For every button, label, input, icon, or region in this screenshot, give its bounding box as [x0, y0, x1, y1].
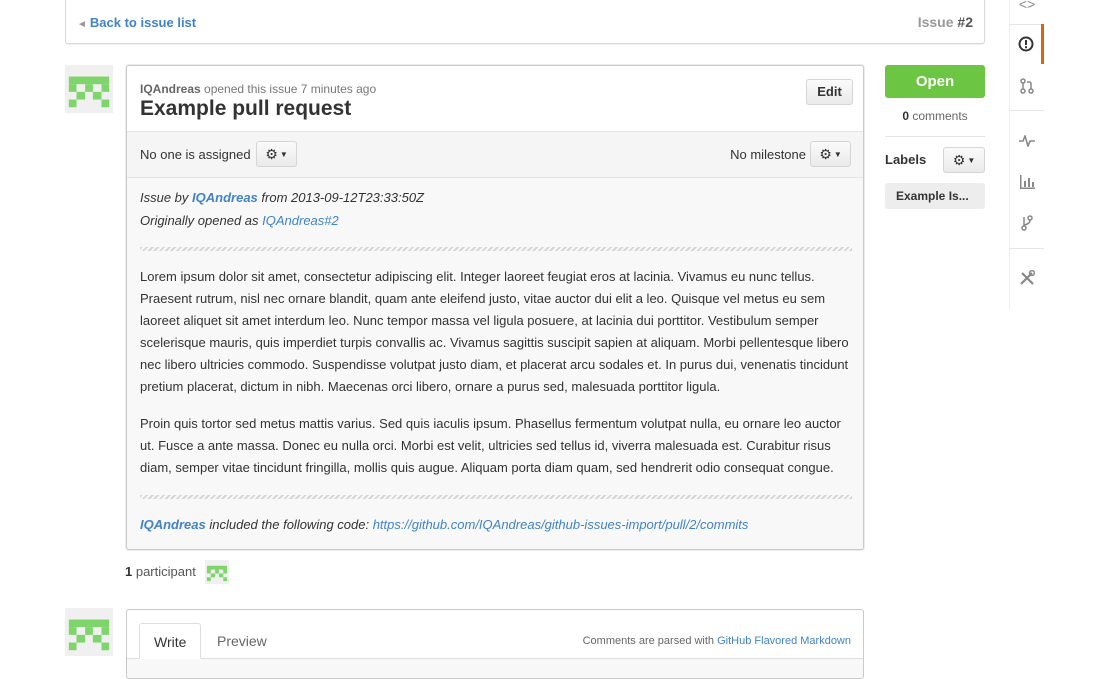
- current-user-avatar[interactable]: [65, 608, 113, 656]
- nav-graphs[interactable]: [1010, 162, 1044, 202]
- divider: [1010, 110, 1044, 111]
- identicon-icon: [68, 68, 110, 110]
- pulse-icon: [1019, 133, 1035, 149]
- divider: [140, 495, 852, 499]
- issue-header: IQAndreas opened this issue 7 minutes ag…: [127, 66, 863, 132]
- comment-tabs: Write Preview Comments are parsed with G…: [127, 610, 863, 659]
- participants: 1 participant: [125, 564, 196, 579]
- settings-icon: [1020, 269, 1036, 285]
- issue-paragraph-1: Lorem ipsum dolor sit amet, consectetur …: [140, 269, 849, 394]
- comments-count: 0 comments: [885, 109, 985, 123]
- issue-icon: [1018, 36, 1033, 52]
- nav-settings[interactable]: [1010, 258, 1044, 298]
- nav-network[interactable]: [1010, 203, 1044, 243]
- nav-pull-requests[interactable]: [1010, 66, 1044, 106]
- network-icon: [1021, 215, 1033, 231]
- comments-count-value: 0: [902, 109, 909, 123]
- original-issue-link[interactable]: IQAndreas#2: [262, 213, 339, 228]
- code-user-link[interactable]: IQAndreas: [140, 517, 206, 532]
- tab-preview[interactable]: Preview: [203, 623, 281, 659]
- identicon-icon: [68, 611, 110, 653]
- nav-code[interactable]: <>: [1010, 0, 1044, 24]
- originally-prefix: Originally opened as: [140, 213, 263, 228]
- markdown-help-link[interactable]: GitHub Flavored Markdown: [717, 635, 851, 647]
- markdown-note-prefix: Comments are parsed with: [582, 635, 718, 647]
- divider: [140, 247, 852, 251]
- caret-down-icon: ▼: [967, 156, 976, 165]
- labels-title: Labels: [885, 152, 927, 167]
- code-icon: <>: [1018, 0, 1036, 12]
- commits-link[interactable]: https://github.com/IQAndreas/github-issu…: [373, 517, 749, 532]
- gear-icon: ⚙: [265, 146, 278, 162]
- issue-discussion-box: IQAndreas opened this issue 7 minutes ag…: [126, 65, 864, 550]
- caret-down-icon: ▼: [833, 150, 842, 159]
- issue-topbar: ◄ Back to issue list Issue #2: [65, 0, 985, 44]
- issue-by-suffix: from 2013-09-12T23:33:50Z: [257, 190, 424, 205]
- nav-pulse[interactable]: [1010, 121, 1044, 161]
- issue-author[interactable]: IQAndreas: [140, 82, 201, 96]
- participant-label: participant: [132, 564, 196, 579]
- author-avatar[interactable]: [65, 65, 113, 113]
- issue-number: Issue #2: [918, 14, 973, 30]
- nav-issues[interactable]: [1010, 24, 1044, 64]
- milestone-text: No milestone: [730, 147, 806, 162]
- assignment-bar: No one is assigned ⚙ ▼ No milestone ⚙ ▼: [127, 132, 863, 178]
- comment-composer: Write Preview Comments are parsed with G…: [126, 609, 864, 679]
- caret-down-icon: ▼: [279, 150, 288, 159]
- issue-state-badge: Open: [885, 65, 985, 98]
- tab-write[interactable]: Write: [139, 623, 202, 659]
- issue-title: Example pull request: [140, 97, 352, 120]
- participant-avatar[interactable]: [205, 560, 229, 584]
- issue-opened-text: opened this issue 7 minutes ago: [204, 82, 377, 96]
- markdown-note: Comments are parsed with GitHub Flavored…: [583, 635, 851, 647]
- issue-by-user-link[interactable]: IQAndreas: [192, 190, 258, 205]
- comments-count-label: comments: [909, 109, 968, 123]
- code-text: included the following code:: [205, 517, 373, 532]
- issue-meta: IQAndreas opened this issue 7 minutes ag…: [140, 82, 376, 96]
- divider: [885, 136, 985, 137]
- graph-icon: [1020, 175, 1035, 189]
- assignee-text: No one is assigned: [140, 147, 251, 162]
- divider: [1010, 248, 1044, 249]
- edit-button[interactable]: Edit: [806, 79, 853, 105]
- issue-body: Issue by IQAndreas from 2013-09-12T23:33…: [127, 178, 863, 549]
- issue-number-prefix: Issue: [917, 14, 958, 30]
- labels-gear-button[interactable]: ⚙ ▼: [943, 147, 985, 173]
- gear-icon: ⚙: [952, 152, 966, 168]
- identicon-icon: [206, 561, 228, 583]
- back-to-issue-list-link[interactable]: ◄ Back to issue list: [77, 15, 196, 30]
- included-code-line: IQAndreas included the following code: h…: [140, 514, 748, 536]
- issue-by-prefix: Issue by: [140, 190, 193, 205]
- milestone-gear-button[interactable]: ⚙ ▼: [810, 141, 851, 167]
- issue-label[interactable]: Example Is...: [885, 183, 985, 209]
- gear-icon: ⚙: [819, 146, 832, 162]
- arrow-left-icon: ◄: [77, 19, 87, 30]
- issue-paragraph-2: Proin quis tortor sed metus mattis variu…: [140, 416, 841, 475]
- back-label: Back to issue list: [89, 15, 197, 30]
- pull-request-icon: [1020, 78, 1034, 94]
- repo-nav: <>: [1009, 0, 1044, 310]
- originally-opened-line: Originally opened as IQAndreas#2: [140, 210, 339, 232]
- assignee-gear-button[interactable]: ⚙ ▼: [256, 141, 297, 167]
- issue-by-line: Issue by IQAndreas from 2013-09-12T23:33…: [140, 187, 424, 209]
- issue-number-value: #2: [957, 14, 973, 30]
